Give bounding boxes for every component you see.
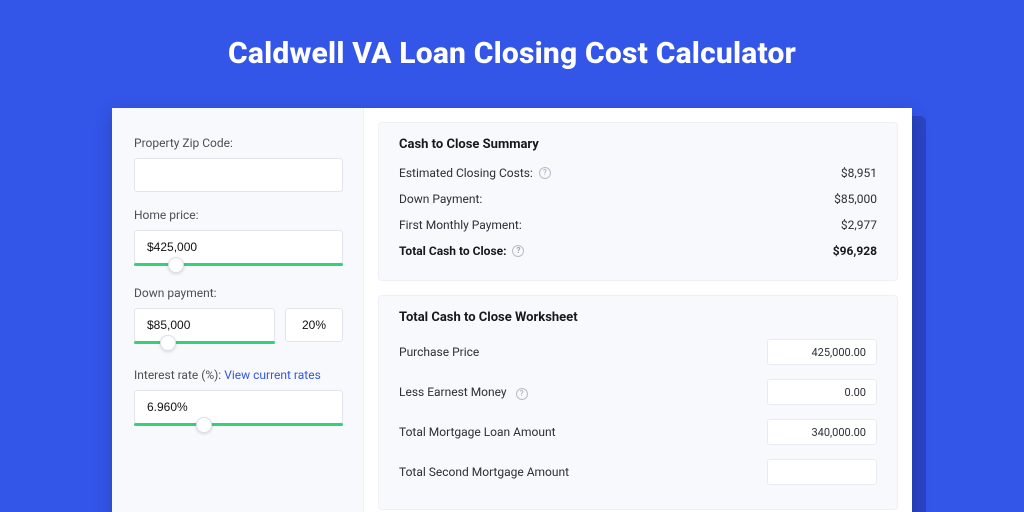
- worksheet-row-value[interactable]: 340,000.00: [767, 419, 877, 445]
- down-payment-slider-thumb[interactable]: [160, 335, 176, 351]
- home-price-label: Home price:: [134, 208, 343, 222]
- help-icon[interactable]: ?: [516, 388, 528, 400]
- worksheet-row-earnest-money: Less Earnest Money ? 0.00: [399, 379, 877, 405]
- results-main: Cash to Close Summary Estimated Closing …: [364, 108, 912, 512]
- down-payment-row: [134, 308, 343, 346]
- zip-input[interactable]: [134, 158, 343, 192]
- interest-slider[interactable]: [134, 390, 343, 424]
- summary-row-value: $8,951: [841, 166, 877, 180]
- worksheet-row-label: Purchase Price: [399, 345, 479, 359]
- page-title: Caldwell VA Loan Closing Cost Calculator: [0, 0, 1024, 71]
- worksheet-row-second-mortgage: Total Second Mortgage Amount: [399, 459, 877, 485]
- worksheet-row-mortgage-amount: Total Mortgage Loan Amount 340,000.00: [399, 419, 877, 445]
- summary-row-value: $2,977: [841, 218, 877, 232]
- home-price-slider-track: [134, 263, 343, 266]
- down-payment-slider-track: [134, 341, 275, 344]
- home-price-slider-thumb[interactable]: [168, 257, 184, 273]
- worksheet-panel: Total Cash to Close Worksheet Purchase P…: [378, 295, 898, 510]
- summary-row-value: $85,000: [834, 192, 877, 206]
- interest-label: Interest rate (%):: [134, 368, 224, 382]
- worksheet-row-label: Less Earnest Money: [399, 385, 507, 399]
- summary-row-label: Estimated Closing Costs:: [399, 166, 533, 180]
- summary-row-label: Down Payment:: [399, 192, 482, 206]
- down-payment-pct-input[interactable]: [285, 308, 343, 342]
- summary-total-value: $96,928: [833, 244, 877, 258]
- summary-row-label: First Monthly Payment:: [399, 218, 522, 232]
- help-icon[interactable]: ?: [512, 245, 524, 257]
- down-payment-slider[interactable]: [134, 308, 275, 342]
- worksheet-row-value[interactable]: 425,000.00: [767, 339, 877, 365]
- worksheet-heading: Total Cash to Close Worksheet: [399, 310, 877, 325]
- interest-input[interactable]: [134, 390, 343, 424]
- worksheet-row-value[interactable]: 0.00: [767, 379, 877, 405]
- view-current-rates-link[interactable]: View current rates: [224, 368, 321, 382]
- summary-row-first-payment: First Monthly Payment: $2,977: [399, 218, 877, 232]
- worksheet-row-label: Total Second Mortgage Amount: [399, 465, 569, 479]
- help-icon[interactable]: ?: [539, 167, 551, 179]
- interest-slider-track: [134, 423, 343, 426]
- down-payment-label: Down payment:: [134, 286, 343, 300]
- home-price-slider[interactable]: [134, 230, 343, 264]
- interest-slider-thumb[interactable]: [196, 417, 212, 433]
- summary-total-row: Total Cash to Close: ? $96,928: [399, 244, 877, 258]
- down-payment-input[interactable]: [134, 308, 275, 342]
- interest-label-row: Interest rate (%): View current rates: [134, 368, 343, 382]
- summary-row-closing-costs: Estimated Closing Costs: ? $8,951: [399, 166, 877, 180]
- worksheet-row-purchase-price: Purchase Price 425,000.00: [399, 339, 877, 365]
- page-background: Caldwell VA Loan Closing Cost Calculator…: [0, 0, 1024, 512]
- zip-label: Property Zip Code:: [134, 136, 343, 150]
- summary-heading: Cash to Close Summary: [399, 137, 877, 152]
- worksheet-row-label: Total Mortgage Loan Amount: [399, 425, 556, 439]
- summary-total-label: Total Cash to Close:: [399, 244, 506, 258]
- worksheet-row-value[interactable]: [767, 459, 877, 485]
- summary-panel: Cash to Close Summary Estimated Closing …: [378, 122, 898, 281]
- calculator-card: Property Zip Code: Home price: Down paym…: [112, 108, 912, 512]
- home-price-input[interactable]: [134, 230, 343, 264]
- inputs-sidebar: Property Zip Code: Home price: Down paym…: [112, 108, 364, 512]
- summary-row-down-payment: Down Payment: $85,000: [399, 192, 877, 206]
